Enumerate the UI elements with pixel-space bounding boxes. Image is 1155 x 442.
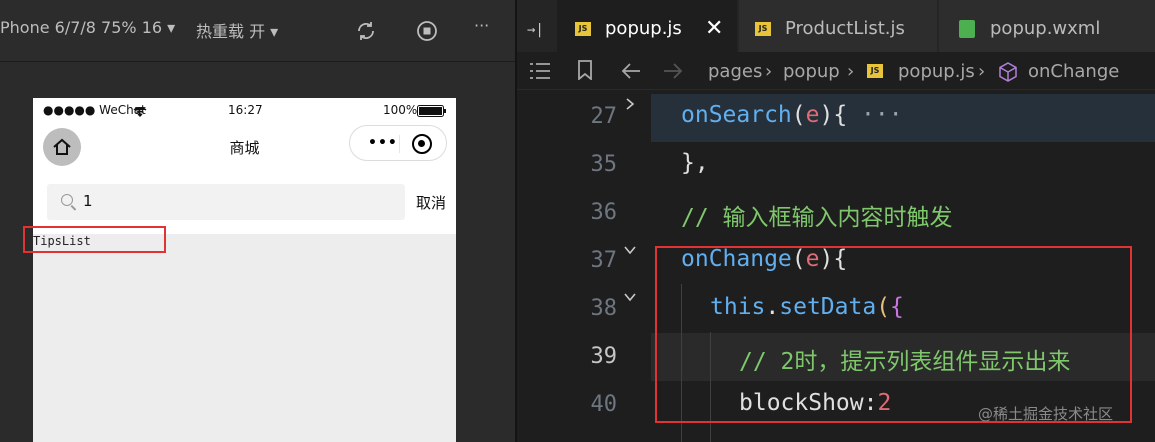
- line-number: 27: [590, 104, 618, 129]
- simulator-toolbar: Phone 6/7/8 75% 16 ▾ 热重载 开 ▾ ···: [0, 0, 515, 62]
- nav-bar: 商城 •••: [33, 124, 456, 180]
- tab-popup-wxml[interactable]: popup.wxml: [939, 0, 1155, 52]
- breadcrumb-sep: ›: [978, 61, 986, 82]
- breadcrumb: pages › popup › JS popup.js › onChange: [517, 52, 1155, 90]
- search-icon: [61, 194, 73, 206]
- list-icon[interactable]: [529, 62, 551, 80]
- line-number: 38: [590, 296, 618, 321]
- fold-expand-icon[interactable]: [623, 97, 637, 111]
- fold-collapse-icon[interactable]: [623, 243, 637, 257]
- menu-dots-icon[interactable]: •••: [368, 135, 398, 151]
- status-bar: ●●●●● WeChat 16:27 100%: [33, 98, 456, 124]
- simulator-panel: Phone 6/7/8 75% 16 ▾ 热重载 开 ▾ ··· ●●●●● W…: [0, 0, 515, 442]
- close-target-icon[interactable]: [412, 134, 432, 154]
- line-number: 35: [590, 152, 618, 177]
- phone-screen: ●●●●● WeChat 16:27 100% 商城 ••• 1 取消: [33, 98, 456, 442]
- breadcrumb-sep: ›: [765, 61, 773, 82]
- close-tab-icon[interactable]: ✕: [705, 16, 723, 41]
- annotation-box-tipslist: [23, 226, 166, 253]
- line-number: 36: [590, 200, 618, 225]
- js-file-icon: JS: [867, 64, 883, 78]
- more-icon[interactable]: ···: [474, 16, 489, 35]
- tab-label: popup.js: [605, 18, 682, 39]
- watermark: @稀土掘金技术社区: [978, 405, 1114, 423]
- breadcrumb-file[interactable]: popup.js: [898, 61, 975, 82]
- capsule-menu[interactable]: •••: [349, 125, 447, 161]
- code-line-27[interactable]: onSearch(e){ ···: [681, 102, 903, 128]
- code-line-35[interactable]: },: [681, 150, 709, 176]
- line-number: 37: [590, 248, 618, 273]
- battery-icon: [417, 105, 446, 117]
- tab-label: ProductList.js: [785, 18, 905, 39]
- bookmark-icon[interactable]: [577, 60, 593, 80]
- signal-indicator: ●●●●● WeChat: [43, 103, 146, 117]
- line-number: 40: [590, 392, 618, 417]
- code-line-36[interactable]: // 输入框输入内容时触发: [681, 198, 953, 232]
- search-value[interactable]: 1: [83, 192, 93, 210]
- breadcrumb-symbol[interactable]: onChange: [1028, 61, 1119, 82]
- method-cube-icon: [999, 62, 1017, 82]
- hot-reload-toggle[interactable]: 热重载 开 ▾: [196, 18, 278, 42]
- js-file-icon: JS: [755, 22, 771, 36]
- rotate-icon[interactable]: [355, 20, 377, 42]
- breadcrumb-pages[interactable]: pages: [708, 61, 762, 82]
- js-file-icon: JS: [575, 22, 591, 36]
- tab-bar: →| JS popup.js ✕ JS ProductList.js popup…: [517, 0, 1155, 52]
- tab-label: popup.wxml: [990, 18, 1101, 39]
- search-input[interactable]: 1: [47, 184, 405, 220]
- back-arrow-icon[interactable]: [621, 62, 641, 80]
- capsule-divider: [399, 135, 400, 153]
- cancel-button[interactable]: 取消: [416, 192, 446, 213]
- tab-productlist-js[interactable]: JS ProductList.js: [739, 0, 937, 52]
- fold-collapse-icon[interactable]: [623, 290, 637, 304]
- line-number: 39: [590, 344, 618, 369]
- status-time: 16:27: [228, 103, 263, 117]
- wifi-icon: [133, 107, 147, 117]
- breadcrumb-sep: ›: [847, 61, 855, 82]
- tab-popup-js[interactable]: JS popup.js ✕: [557, 0, 737, 52]
- stop-icon[interactable]: [416, 20, 438, 42]
- device-selector[interactable]: Phone 6/7/8 75% 16 ▾: [0, 18, 175, 37]
- battery-percent: 100%: [383, 103, 418, 117]
- wxml-file-icon: [959, 20, 975, 38]
- forward-arrow-icon[interactable]: [663, 62, 683, 80]
- split-editor-icon[interactable]: →|: [527, 22, 544, 38]
- annotation-box-onchange: [655, 246, 1132, 423]
- breadcrumb-popup[interactable]: popup: [783, 61, 840, 82]
